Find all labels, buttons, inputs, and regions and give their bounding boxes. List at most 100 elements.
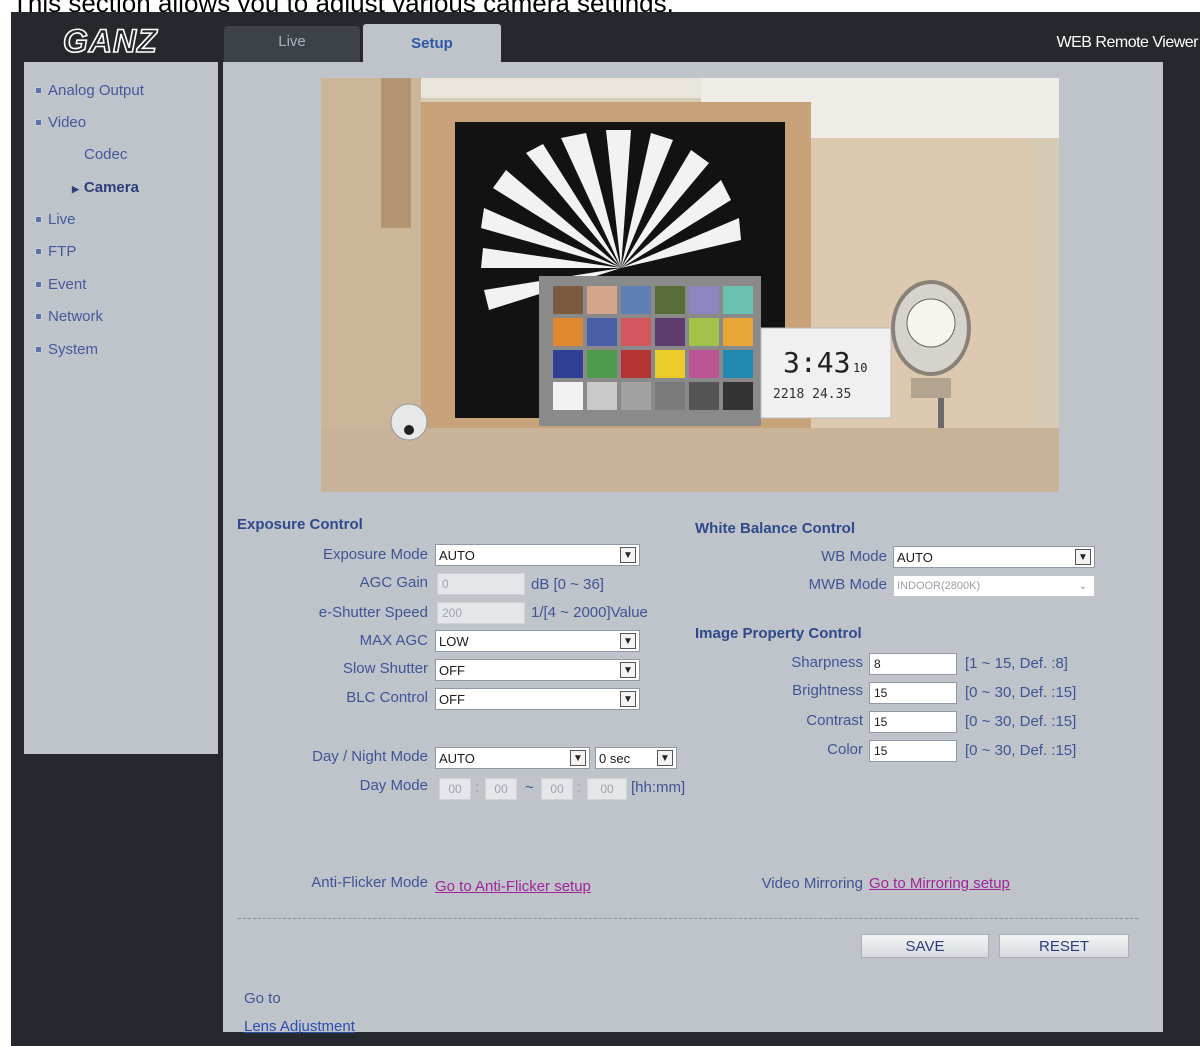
day-mode-unit: [hh:mm]	[631, 779, 686, 796]
tab-setup-label: Setup	[411, 34, 453, 52]
chevron-down-icon: ▼	[570, 750, 586, 766]
arrow-right-icon: ▶	[72, 184, 79, 194]
sidebar-item-network[interactable]: Network	[35, 308, 103, 325]
chevron-down-icon: ▼	[1075, 549, 1091, 565]
contrast-label: Contrast	[806, 712, 863, 729]
time-separator: :	[475, 779, 480, 796]
app-title: WEB Remote Viewer	[1056, 34, 1199, 51]
day-mode-from-minute[interactable]: 00	[485, 778, 517, 800]
sidebar-item-video[interactable]: Video	[35, 114, 86, 131]
sidebar-item-label: Event	[48, 276, 87, 293]
day-night-mode-label: Day / Night Mode	[312, 748, 428, 765]
sidebar-item-system[interactable]: System	[35, 341, 98, 358]
bullet-icon	[35, 87, 42, 94]
clock-seconds: 10	[853, 361, 867, 375]
day-night-delay-select[interactable]: 0 sec ▼	[595, 747, 677, 769]
tab-live[interactable]: Live	[224, 26, 360, 62]
day-night-mode-select[interactable]: AUTO ▼	[435, 747, 590, 769]
brightness-input[interactable]: 15	[869, 682, 957, 704]
anti-flicker-label: Anti-Flicker Mode	[311, 874, 428, 891]
sharpness-range: [1 ~ 15, Def. :8]	[965, 655, 1068, 672]
bullet-icon	[35, 346, 42, 353]
day-mode-label: Day Mode	[359, 777, 428, 794]
clock-date: 2218 24.35	[773, 387, 851, 402]
max-agc-value: LOW	[439, 633, 469, 649]
setup-panel: 3:43 10 2218 24.35 Exposure Control Expo…	[223, 62, 1163, 1035]
time-separator: :	[577, 779, 582, 796]
wb-mode-value: AUTO	[897, 549, 933, 565]
bullet-icon	[35, 281, 42, 288]
slow-shutter-label: Slow Shutter	[342, 660, 428, 677]
color-range: [0 ~ 30, Def. :15]	[965, 742, 1077, 759]
sidebar-item-label: Live	[48, 211, 76, 228]
day-night-mode-value: AUTO	[439, 750, 475, 766]
day-mode-to-hour[interactable]: 00	[541, 778, 573, 800]
tab-live-label: Live	[278, 32, 306, 50]
max-agc-label: MAX AGC	[359, 632, 428, 649]
sidebar-subitem-codec[interactable]: Codec	[84, 146, 127, 163]
contrast-range: [0 ~ 30, Def. :15]	[965, 713, 1077, 730]
camera-preview: 3:43 10 2218 24.35	[321, 78, 1059, 492]
camera-image: 3:43 10 2218 24.35	[321, 78, 1059, 492]
logo-text: GANZ	[63, 23, 158, 59]
sharpness-label: Sharpness	[791, 654, 863, 671]
sidebar-item-label: System	[48, 341, 99, 358]
exposure-mode-select[interactable]: AUTO ▼	[435, 544, 640, 566]
shutter-speed-input[interactable]: 200	[437, 602, 525, 624]
exposure-mode-label: Exposure Mode	[322, 546, 428, 563]
image-property-title: Image Property Control	[695, 625, 862, 642]
exposure-control-title: Exposure Control	[237, 516, 363, 533]
sharpness-input[interactable]: 8	[869, 653, 957, 675]
goto-label: Go to	[244, 990, 281, 1007]
max-agc-select[interactable]: LOW ▼	[435, 630, 640, 652]
sidebar-item-label: Analog Output	[48, 82, 144, 99]
range-separator: ~	[525, 779, 534, 796]
mwb-mode-value: INDOOR(2800K)	[897, 580, 981, 592]
sidebar-item-label: Video	[48, 114, 87, 131]
shutter-speed-label: e-Shutter Speed	[318, 604, 428, 621]
sidebar-item-event[interactable]: Event	[35, 276, 86, 293]
chevron-down-icon: ⌄	[1078, 580, 1088, 592]
bullet-icon	[35, 248, 42, 255]
day-mode-to-minute[interactable]: 00	[587, 778, 627, 800]
bullet-icon	[35, 119, 42, 126]
day-night-delay-value: 0 sec	[599, 750, 631, 766]
day-mode-from-hour[interactable]: 00	[439, 778, 471, 800]
color-input[interactable]: 15	[869, 740, 957, 762]
chevron-down-icon: ▼	[657, 750, 673, 766]
chevron-down-icon: ▼	[620, 547, 636, 563]
wb-mode-select[interactable]: AUTO ▼	[893, 546, 1095, 568]
sidebar-subitem-camera[interactable]: ▶ Camera	[72, 179, 139, 196]
ganz-logo: GANZ	[62, 22, 158, 60]
mwb-mode-select[interactable]: INDOOR(2800K) ⌄	[893, 575, 1095, 597]
sidebar-item-live[interactable]: Live	[35, 211, 76, 228]
anti-flicker-setup-link[interactable]: Go to Anti-Flicker setup	[435, 878, 591, 895]
brightness-label: Brightness	[792, 682, 863, 699]
sidebar-item-ftp[interactable]: FTP	[35, 243, 76, 260]
sidebar-subitem-label: Camera	[83, 179, 139, 196]
slow-shutter-select[interactable]: OFF ▼	[435, 659, 640, 681]
blc-control-select[interactable]: OFF ▼	[435, 688, 640, 710]
chevron-down-icon: ▼	[620, 662, 636, 678]
brightness-range: [0 ~ 30, Def. :15]	[965, 684, 1077, 701]
sidebar-item-analog-output[interactable]: Analog Output	[35, 82, 144, 99]
blc-control-value: OFF	[439, 691, 465, 707]
mirroring-setup-link[interactable]: Go to Mirroring setup	[869, 875, 1010, 892]
bullet-icon	[35, 313, 42, 320]
chevron-down-icon: ▼	[620, 633, 636, 649]
agc-gain-unit: dB [0 ~ 36]	[531, 576, 604, 593]
wb-mode-label: WB Mode	[821, 548, 887, 565]
blc-control-label: BLC Control	[346, 689, 428, 706]
color-label: Color	[827, 741, 863, 758]
sidebar-item-label: FTP	[48, 243, 77, 260]
section-divider	[238, 918, 1138, 919]
white-balance-title: White Balance Control	[695, 520, 856, 537]
agc-gain-input[interactable]: 0	[437, 573, 525, 595]
save-button[interactable]: SAVE	[861, 934, 989, 958]
contrast-input[interactable]: 15	[869, 711, 957, 733]
reset-button[interactable]: RESET	[999, 934, 1129, 958]
shutter-speed-unit: 1/[4 ~ 2000]Value	[531, 604, 648, 621]
lens-adjustment-link[interactable]: Lens Adjustment	[244, 1018, 355, 1035]
slow-shutter-value: OFF	[439, 662, 465, 678]
agc-gain-label: AGC Gain	[359, 574, 428, 591]
